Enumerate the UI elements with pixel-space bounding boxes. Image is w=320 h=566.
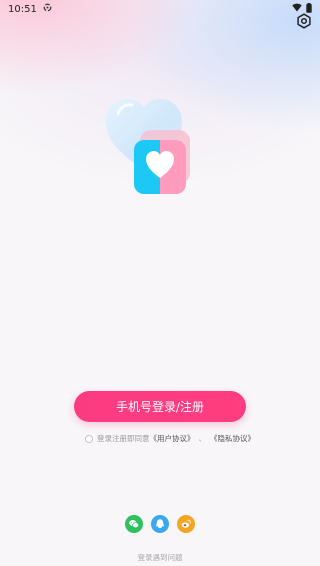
qq-icon bbox=[154, 515, 166, 534]
agreement-separator: 、 bbox=[198, 434, 207, 443]
weibo-icon bbox=[180, 515, 192, 534]
agreement-checkbox[interactable] bbox=[85, 434, 93, 443]
app-logo-illustration bbox=[100, 92, 200, 202]
gear-icon bbox=[296, 13, 312, 33]
status-time: 10:51 bbox=[8, 3, 37, 15]
weibo-login-button[interactable] bbox=[177, 515, 195, 533]
agreement-prefix: 登录注册即同意 bbox=[97, 434, 150, 443]
settings-button[interactable] bbox=[295, 13, 313, 33]
social-login-row bbox=[0, 515, 320, 533]
qq-login-button[interactable] bbox=[151, 515, 169, 533]
phone-login-button[interactable]: 手机号登录/注册 bbox=[74, 391, 246, 422]
agreement-row: 登录注册即同意 《用户协议》 、 《隐私协议》 bbox=[85, 433, 255, 444]
sync-icon bbox=[43, 3, 52, 15]
wechat-icon bbox=[128, 515, 140, 534]
privacy-agreement-link[interactable]: 《隐私协议》 bbox=[210, 433, 255, 444]
wechat-login-button[interactable] bbox=[125, 515, 143, 533]
status-bar: 10:51 bbox=[0, 0, 320, 18]
background bbox=[0, 0, 320, 566]
login-help-link[interactable]: 登录遇到问题 bbox=[0, 552, 320, 563]
user-agreement-link[interactable]: 《用户协议》 bbox=[150, 433, 195, 444]
